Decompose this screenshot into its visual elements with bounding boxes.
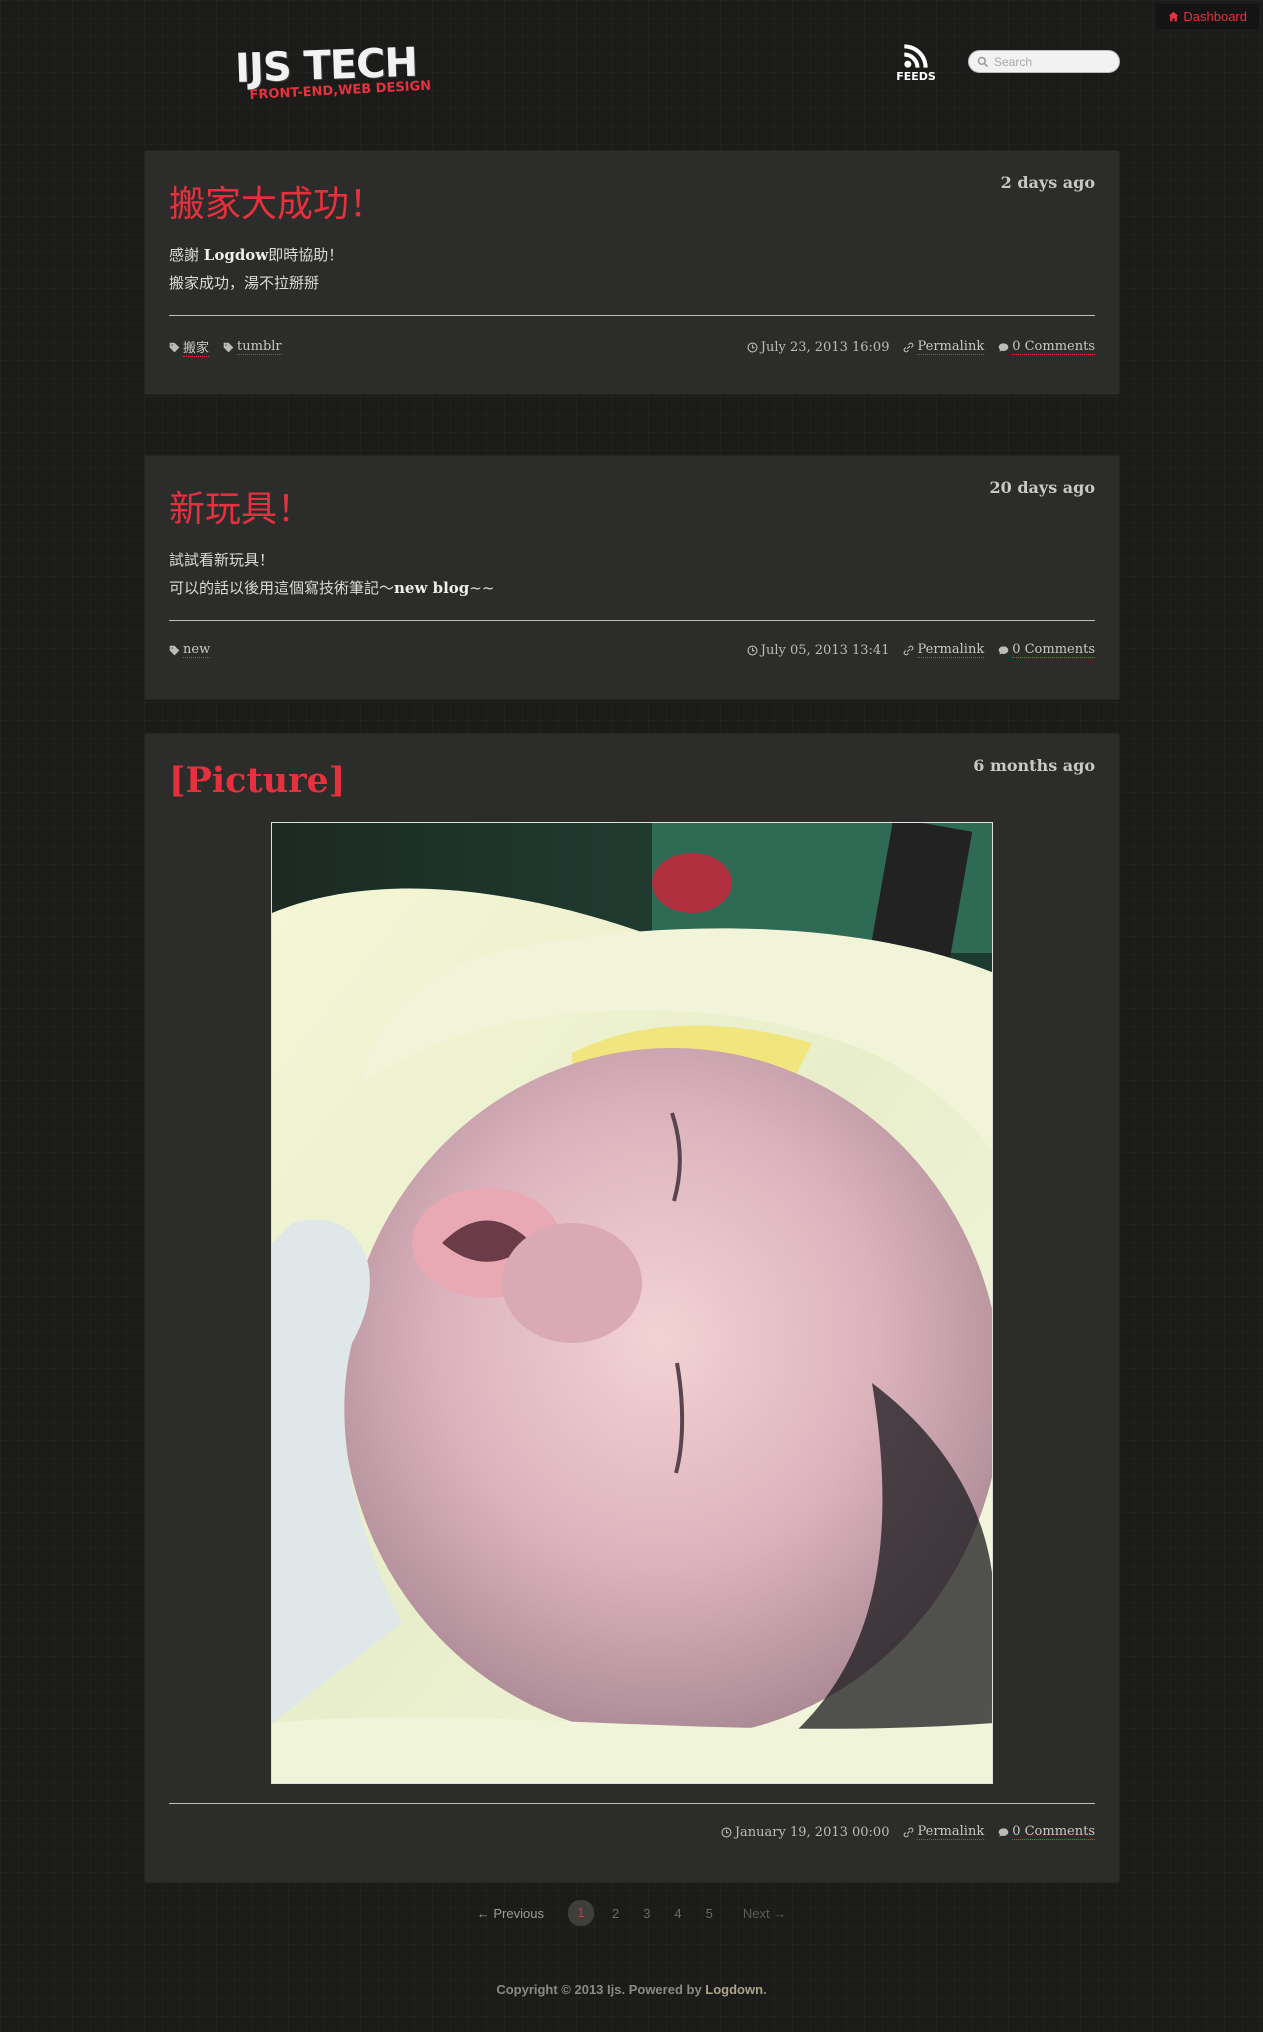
dashboard-button[interactable]: Dashboard <box>1156 4 1259 29</box>
page-1-button[interactable]: 1 <box>567 1900 594 1926</box>
post-age: 2 days ago <box>1000 173 1095 192</box>
body-text: 感謝 <box>169 246 204 264</box>
search-icon <box>977 56 989 67</box>
post-body: 試試看新玩具！ 可以的話以後用這個寫技術筆記～new blog~~ <box>169 546 494 602</box>
body-bold-text: Logdow <box>203 246 269 264</box>
date-text: January 19, 2013 00:00 <box>734 1824 890 1840</box>
tag-icon <box>169 342 180 352</box>
post-card: 新玩具！ 20 days ago 試試看新玩具！ 可以的話以後用這個寫技術筆記～… <box>144 455 1120 700</box>
body-text: ~~ <box>469 579 495 597</box>
comments-item[interactable]: 0 Comments <box>998 339 1095 355</box>
post-date: January 19, 2013 00:00 <box>721 1824 890 1840</box>
logdown-link[interactable]: Logdown <box>705 1982 763 1997</box>
post-age: 20 days ago <box>989 478 1096 497</box>
home-icon <box>1169 11 1179 22</box>
link-icon <box>904 1827 914 1837</box>
page-5-button[interactable]: 5 <box>694 1906 725 1921</box>
post-meta: 搬家 tumblr July 23, 2013 16:09 Permalink … <box>169 337 1095 357</box>
post-body: 感謝 Logdow即時協助！ 搬家成功，湯不拉掰掰 <box>169 241 343 297</box>
comments-item[interactable]: 0 Comments <box>998 1824 1095 1840</box>
post-title[interactable]: [Picture] <box>169 760 345 801</box>
comments-item[interactable]: 0 Comments <box>998 642 1095 658</box>
body-text: 搬家成功，湯不拉掰掰 <box>169 274 320 292</box>
next-page-button[interactable]: Next → <box>725 1906 798 1921</box>
copyright-text: Copyright © 2013 Ijs. Powered by <box>496 1982 706 1997</box>
page-3-button[interactable]: 3 <box>631 1906 662 1921</box>
tag-icon <box>223 342 234 352</box>
baby-photo-image <box>272 823 992 1783</box>
post-title[interactable]: 新玩具！ <box>169 480 313 532</box>
comments-link[interactable]: 0 Comments <box>1012 642 1095 658</box>
comments-link[interactable]: 0 Comments <box>1012 339 1095 355</box>
post-divider <box>169 1803 1095 1804</box>
body-bold-text: new blog <box>394 579 470 597</box>
rss-icon <box>904 44 928 68</box>
comments-link[interactable]: 0 Comments <box>1012 1824 1095 1840</box>
post-meta: January 19, 2013 00:00 Permalink 0 Comme… <box>169 1824 1095 1840</box>
site-footer: Copyright © 2013 Ijs. Powered by Logdown… <box>0 1982 1263 1997</box>
comment-icon <box>998 1827 1009 1837</box>
clock-icon <box>747 341 758 353</box>
tag-item[interactable]: tumblr <box>223 339 282 355</box>
clock-icon <box>747 644 758 656</box>
body-text: 可以的話以後用這個寫技術筆記～ <box>169 579 395 597</box>
tag-link[interactable]: 搬家 <box>183 337 210 357</box>
post-card: [Picture] 6 months ago January 19, 2013 … <box>144 733 1120 1883</box>
page-4-button[interactable]: 4 <box>662 1906 693 1921</box>
tag-icon <box>169 645 180 655</box>
post-date: July 23, 2013 16:09 <box>747 339 890 355</box>
pagination: ← Previous 1 2 3 4 5 Next → <box>0 1900 1263 1926</box>
permalink-link[interactable]: Permalink <box>917 642 985 658</box>
tag-link[interactable]: new <box>183 642 211 658</box>
search-box[interactable] <box>968 50 1120 73</box>
previous-page-button[interactable]: ← Previous <box>465 1906 562 1921</box>
clock-icon <box>721 1826 732 1838</box>
post-title[interactable]: 搬家大成功！ <box>169 175 385 227</box>
link-icon <box>904 645 914 655</box>
feeds-link[interactable]: FEEDS <box>896 42 936 83</box>
permalink-link[interactable]: Permalink <box>917 1824 985 1840</box>
search-input[interactable] <box>994 54 1114 69</box>
body-text: 試試看新玩具！ <box>169 551 275 569</box>
date-text: July 05, 2013 13:41 <box>760 642 890 658</box>
tag-item[interactable]: new <box>169 642 211 658</box>
post-divider <box>169 620 1095 621</box>
comment-icon <box>998 342 1009 352</box>
site-logo[interactable]: IJS TECH FRONT-END,WEB DESIGN <box>234 40 431 112</box>
comment-icon <box>998 645 1009 655</box>
footer-period: . <box>763 1982 767 1997</box>
tag-link[interactable]: tumblr <box>237 339 282 355</box>
page-2-button[interactable]: 2 <box>600 1906 631 1921</box>
link-icon <box>904 342 914 352</box>
permalink-item[interactable]: Permalink <box>903 339 985 355</box>
body-text: 即時協助！ <box>268 246 344 264</box>
dashboard-label: Dashboard <box>1183 9 1247 24</box>
post-date: July 05, 2013 13:41 <box>747 642 890 658</box>
post-divider <box>169 315 1095 316</box>
date-text: July 23, 2013 16:09 <box>760 339 890 355</box>
tag-item[interactable]: 搬家 <box>169 337 210 357</box>
post-meta: new July 05, 2013 13:41 Permalink 0 Comm… <box>169 642 1095 658</box>
post-photo[interactable] <box>271 822 993 1784</box>
post-card: 搬家大成功！ 2 days ago 感謝 Logdow即時協助！ 搬家成功，湯不… <box>144 150 1120 395</box>
permalink-link[interactable]: Permalink <box>917 339 985 355</box>
post-age: 6 months ago <box>973 756 1095 775</box>
permalink-item[interactable]: Permalink <box>903 642 985 658</box>
feeds-label: FEEDS <box>896 70 936 83</box>
permalink-item[interactable]: Permalink <box>903 1824 985 1840</box>
